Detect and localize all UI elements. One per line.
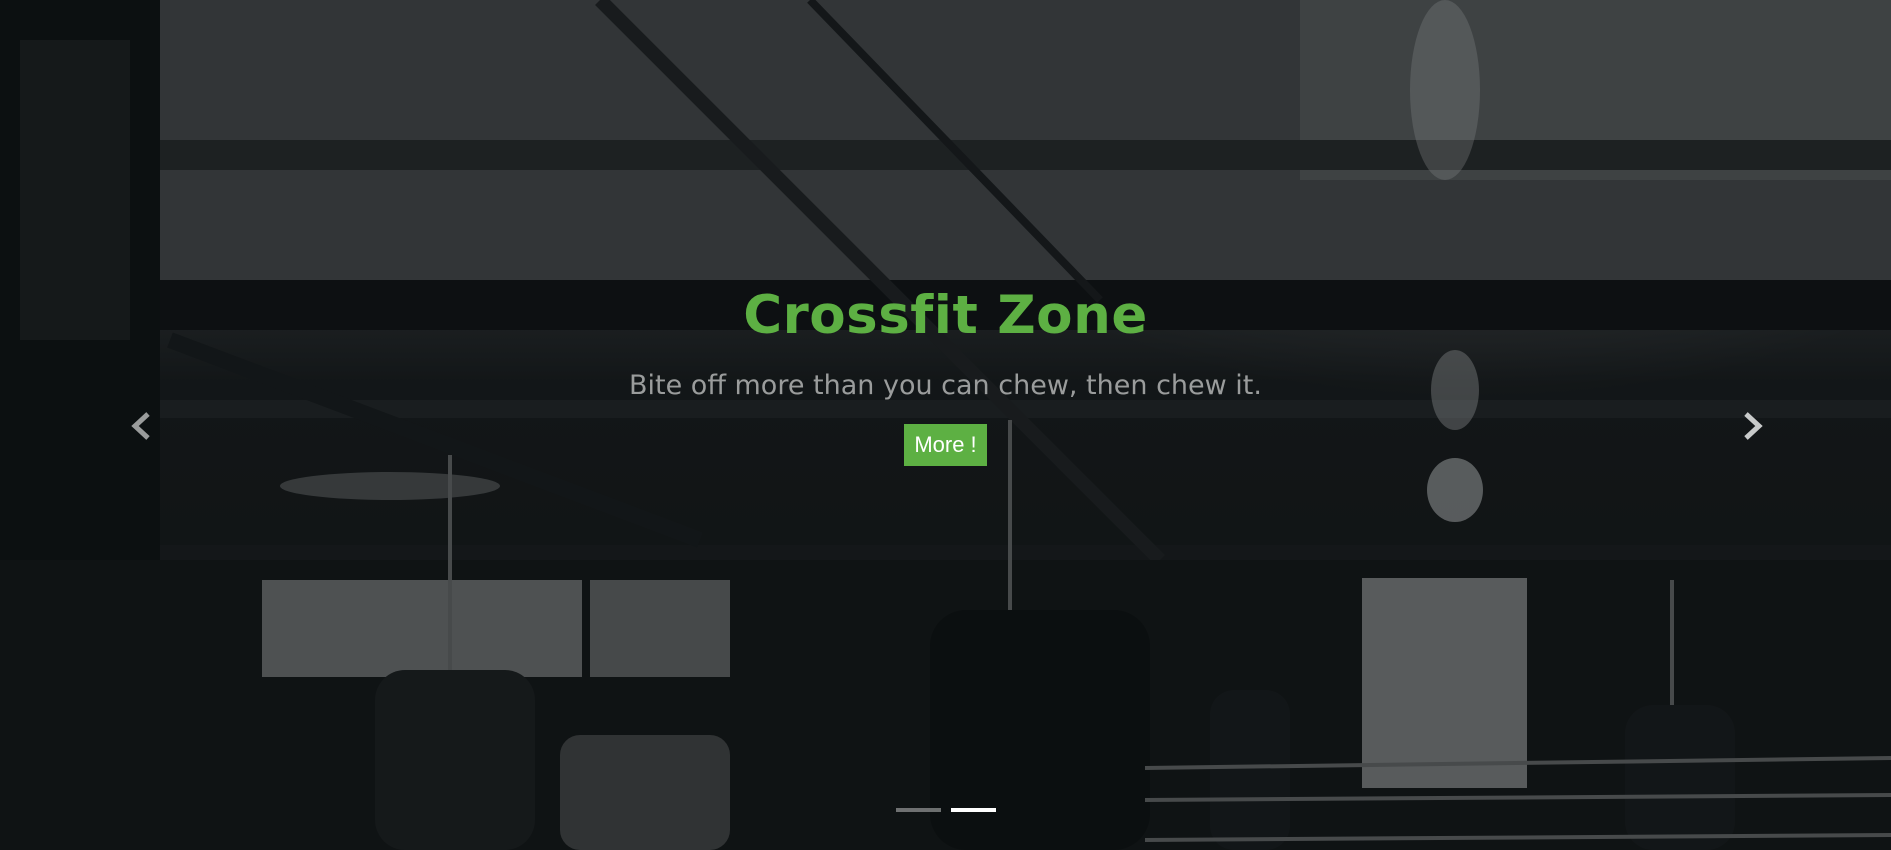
carousel-indicator-1[interactable] xyxy=(895,808,941,812)
carousel-indicator-2[interactable] xyxy=(950,808,996,812)
slide-caption: Crossfit Zone Bite off more than you can… xyxy=(0,280,1891,466)
slide-subtitle: Bite off more than you can chew, then ch… xyxy=(629,370,1262,401)
carousel-indicators xyxy=(0,808,1891,812)
carousel-prev-button[interactable] xyxy=(122,406,162,446)
slide-title: Crossfit Zone xyxy=(743,285,1148,346)
chevron-right-icon xyxy=(1744,412,1763,440)
chevron-left-icon xyxy=(131,412,150,440)
carousel-next-button[interactable] xyxy=(1732,406,1772,446)
more-button[interactable]: More ! xyxy=(904,424,987,466)
hero-carousel: Crossfit Zone Bite off more than you can… xyxy=(0,0,1891,850)
